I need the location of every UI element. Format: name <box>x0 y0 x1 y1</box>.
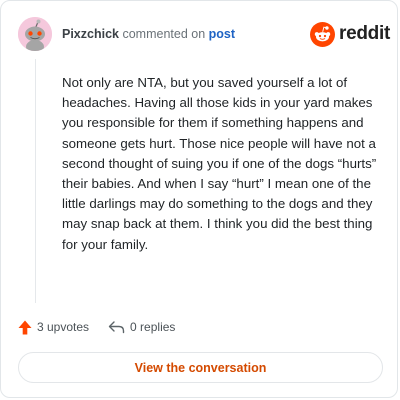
reply-arrow-icon <box>108 321 125 334</box>
reddit-wordmark: reddit <box>339 23 390 44</box>
username[interactable]: Pixzchick <box>62 27 119 41</box>
comment-body: Not only are NTA, but you saved yourself… <box>62 75 377 252</box>
commented-on-text: commented on <box>122 27 206 41</box>
reply-count: 0 replies <box>130 320 176 334</box>
reply-button[interactable]: 0 replies <box>108 320 175 334</box>
reddit-logo[interactable]: reddit <box>310 21 390 47</box>
snoo-avatar-icon <box>18 17 52 51</box>
reddit-snoo-icon <box>310 21 335 47</box>
thread-line <box>35 59 36 303</box>
upvote-arrow-icon <box>18 320 32 334</box>
comment-actions: 3 upvotes 0 replies <box>18 318 175 336</box>
comment-header: Pixzchick commented on post <box>62 26 235 42</box>
post-link[interactable]: post <box>209 27 235 41</box>
upvote-button[interactable]: 3 upvotes <box>18 320 89 335</box>
user-avatar[interactable] <box>18 17 52 51</box>
upvote-count: 3 upvotes <box>37 320 90 334</box>
view-conversation-button[interactable]: View the conversation <box>18 352 383 383</box>
comment-card: Pixzchick commented on post reddit Not o… <box>0 0 398 398</box>
